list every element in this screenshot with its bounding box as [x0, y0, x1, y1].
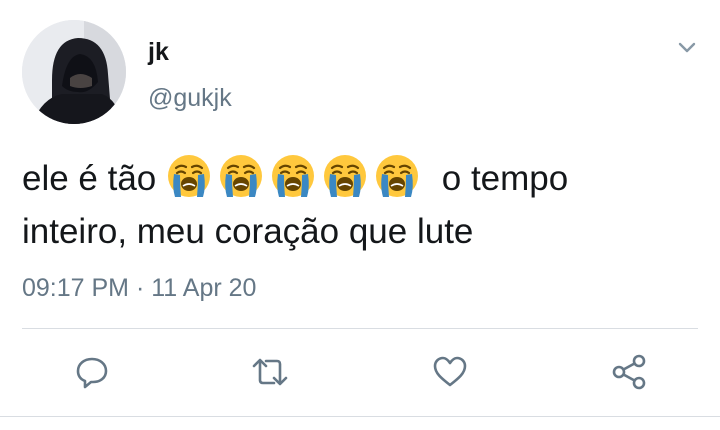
tweet-date: 11 Apr 20	[151, 274, 257, 302]
like-button[interactable]	[430, 352, 470, 392]
display-name[interactable]: jk	[148, 38, 169, 67]
meta-separator: ·	[135, 274, 145, 302]
divider	[22, 328, 698, 329]
emoji-group	[166, 155, 432, 198]
share-button[interactable]	[610, 352, 650, 392]
hooded-person-avatar-icon	[22, 20, 126, 124]
reply-button[interactable]	[72, 352, 112, 392]
avatar[interactable]	[22, 20, 126, 124]
loudly-crying-face-emoji	[324, 155, 367, 197]
heart-icon	[433, 356, 467, 387]
loudly-crying-face-emoji	[376, 155, 419, 197]
share-icon	[612, 354, 646, 390]
tweet-menu-button[interactable]	[674, 38, 700, 58]
tweet-timestamp[interactable]: 09:17 PM · 11 Apr 20	[22, 274, 256, 303]
chevron-down-icon	[678, 42, 696, 53]
loudly-crying-face-emoji	[168, 155, 211, 197]
bottom-divider	[0, 416, 720, 417]
user-handle[interactable]: @gukjk	[148, 84, 232, 113]
retweet-arrows-icon	[252, 358, 288, 386]
loudly-crying-face-emoji	[272, 155, 315, 197]
loudly-crying-face-emoji	[220, 155, 263, 197]
tweet-time: 09:17 PM	[22, 274, 130, 302]
tweet-text: ele é tão o tempo inteiro, meu coração q…	[22, 152, 682, 258]
speech-bubble-icon	[76, 357, 108, 389]
tweet-text-start: ele é tão	[22, 159, 157, 198]
retweet-button[interactable]	[250, 352, 290, 392]
